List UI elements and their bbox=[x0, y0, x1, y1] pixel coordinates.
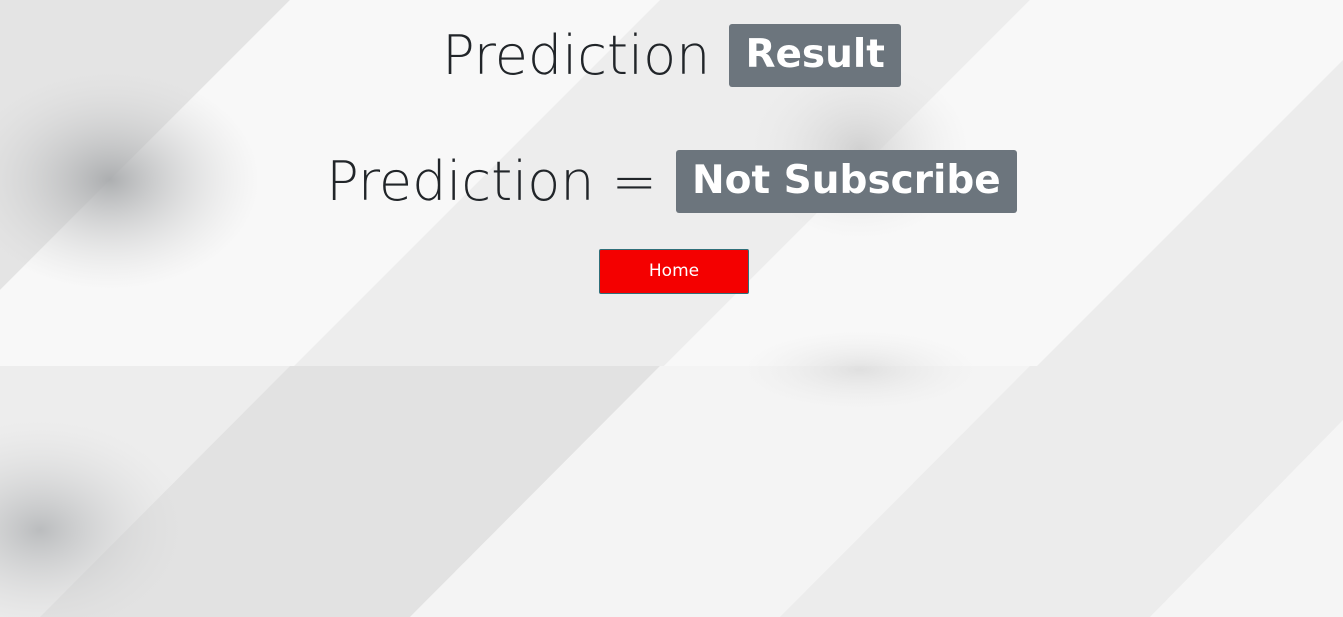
prediction-label: Prediction = bbox=[326, 150, 657, 213]
background-pattern bbox=[0, 0, 1343, 617]
page-title: Prediction Result bbox=[0, 24, 1343, 87]
prediction-value-badge: Not Subscribe bbox=[676, 150, 1017, 213]
title-label: Prediction bbox=[442, 24, 711, 87]
prediction-line: Prediction = Not Subscribe bbox=[0, 150, 1343, 213]
result-badge: Result bbox=[729, 24, 901, 87]
home-button[interactable]: Home bbox=[599, 249, 749, 294]
